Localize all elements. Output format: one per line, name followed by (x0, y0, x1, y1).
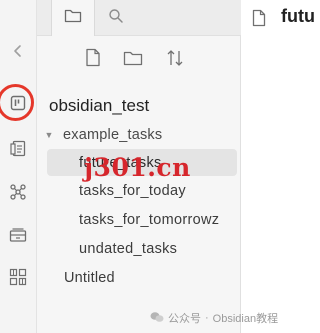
chevron-down-icon[interactable]: ▼ (43, 130, 55, 140)
tab-files[interactable] (51, 0, 95, 36)
new-note-icon (85, 48, 101, 72)
tab-search[interactable] (99, 0, 133, 36)
plugins-icon[interactable] (7, 266, 29, 288)
root-file-item[interactable]: Untitled (64, 270, 115, 286)
search-icon (108, 8, 124, 29)
file-label: undated_tasks (79, 240, 178, 257)
folder-item[interactable]: ▼ example_tasks (43, 124, 163, 146)
file-item[interactable]: tasks_for_tomorrowz (47, 206, 237, 233)
vault-name[interactable]: obsidian_test (49, 96, 149, 116)
sort-icon (166, 49, 184, 72)
file-label: future_tasks (79, 154, 162, 171)
wechat-account-name: Obsidian教程 (212, 313, 279, 325)
file-item[interactable]: future_tasks (47, 149, 237, 176)
graph-icon[interactable] (7, 181, 29, 203)
file-explorer-sidebar: obsidian_test ▼ example_tasks future_tas… (37, 0, 241, 333)
archive-icon[interactable] (7, 224, 29, 246)
left-ribbon (0, 0, 37, 333)
separator-dot: · (205, 312, 209, 324)
collapse-icon[interactable] (9, 42, 27, 60)
file-label: tasks_for_today (79, 182, 186, 199)
editor-title[interactable]: futu (281, 6, 315, 27)
new-folder-button[interactable] (121, 48, 145, 72)
file-explorer-toolbar (37, 44, 241, 74)
new-folder-icon (123, 50, 143, 71)
sidebar-tabbar (37, 0, 241, 36)
wechat-account-label: 公众号 (168, 313, 201, 325)
daily-note-icon[interactable] (7, 138, 29, 160)
sort-button[interactable] (163, 48, 187, 72)
folder-label: example_tasks (63, 127, 163, 143)
new-note-button[interactable] (81, 48, 105, 72)
wechat-icon (150, 311, 164, 326)
file-item[interactable]: undated_tasks (47, 235, 237, 262)
highlight-circle (0, 84, 34, 121)
file-label: tasks_for_tomorrowz (79, 211, 220, 228)
file-item[interactable]: tasks_for_today (47, 177, 237, 204)
wechat-footer: 公众号 · Obsidian教程 (150, 310, 278, 326)
folder-icon (64, 8, 82, 28)
document-icon (249, 7, 269, 29)
editor-pane: futu (241, 0, 315, 333)
